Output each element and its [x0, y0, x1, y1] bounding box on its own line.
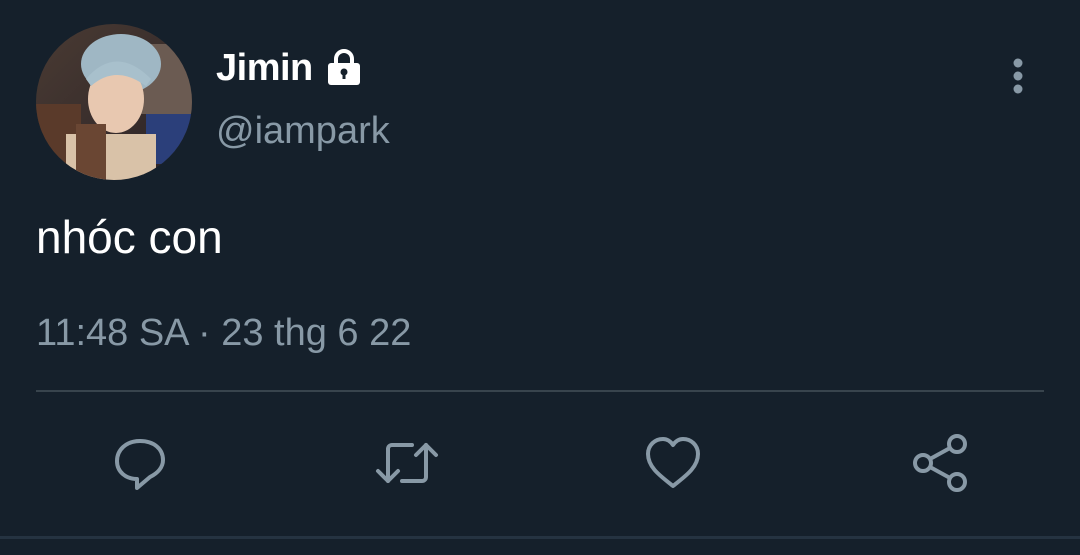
author-row: Jimin — [216, 44, 365, 92]
more-vertical-icon — [1013, 58, 1023, 94]
reply-button[interactable] — [107, 430, 173, 496]
share-button[interactable] — [907, 430, 973, 496]
tweet-detail: Jimin @iampark nhóc con 11:48 SA · 23 th… — [0, 0, 1080, 555]
author-handle[interactable]: @iampark — [216, 110, 390, 153]
action-bar — [0, 430, 1080, 496]
tweet-text: nhóc con — [36, 211, 223, 263]
like-button[interactable] — [640, 430, 706, 496]
divider — [36, 390, 1044, 392]
more-options-button[interactable] — [998, 52, 1038, 100]
lock-icon — [323, 47, 365, 89]
retweet-icon — [376, 443, 438, 483]
avatar-image — [36, 24, 192, 180]
display-name[interactable]: Jimin — [216, 47, 313, 90]
share-icon — [913, 434, 967, 492]
bottom-divider — [0, 536, 1080, 539]
retweet-button[interactable] — [374, 430, 440, 496]
avatar[interactable] — [36, 24, 192, 180]
tweet-timestamp[interactable]: 11:48 SA · 23 thg 6 22 — [36, 312, 411, 355]
reply-icon — [115, 439, 165, 490]
heart-icon — [646, 437, 700, 488]
